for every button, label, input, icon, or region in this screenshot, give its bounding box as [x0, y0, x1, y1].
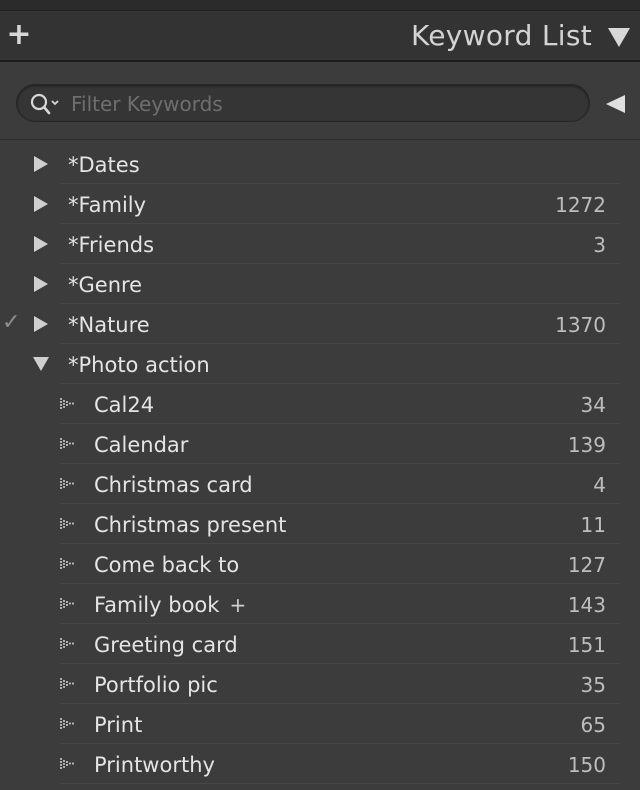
triangle-down-icon[interactable]: [606, 24, 632, 50]
keyword-count: 4: [593, 473, 606, 497]
checkmark-icon[interactable]: ✓: [2, 312, 24, 334]
keyword-child-row[interactable]: Calendar 139: [0, 424, 640, 464]
keyword-label: *Genre: [68, 273, 143, 297]
keyword-label: *Dates: [68, 153, 140, 177]
keyword-label: Cal24: [94, 393, 155, 417]
keyword-count: 139: [567, 433, 606, 457]
keyword-child-row[interactable]: Come back to 127: [0, 544, 640, 584]
keyword-tag-icon: [60, 518, 74, 529]
keyword-child-row[interactable]: Print 65: [0, 704, 640, 744]
keyword-tag-icon: [60, 438, 74, 449]
keyword-child-row[interactable]: Cal24 34: [0, 384, 640, 424]
keyword-label: Come back to: [94, 553, 240, 577]
panel-title[interactable]: Keyword List: [411, 19, 592, 53]
keyword-count: 1370: [555, 313, 606, 337]
keyword-label: Family book +: [94, 593, 247, 617]
disclosure-triangle-right-icon[interactable]: [32, 155, 50, 173]
keyword-label: *Family: [68, 193, 147, 217]
keyword-label: Printworthy: [94, 753, 215, 777]
keyword-count: 151: [567, 633, 606, 657]
keyword-label: Christmas present: [94, 513, 287, 537]
keyword-label: *Photo action: [68, 353, 210, 377]
keyword-count: 3: [593, 233, 606, 257]
keyword-count: 150: [567, 753, 606, 777]
keyword-row[interactable]: *Friends 3: [0, 224, 640, 264]
keyword-label: Calendar: [94, 433, 189, 457]
disclosure-triangle-right-icon[interactable]: [32, 315, 50, 333]
keyword-tag-icon: [60, 478, 74, 489]
keyword-row[interactable]: *Photo action: [0, 344, 640, 384]
keyword-count: 34: [580, 393, 606, 417]
keyword-tag-icon: [60, 558, 74, 569]
keyword-label: Christmas card: [94, 473, 253, 497]
keyword-tag-icon: [60, 598, 74, 609]
keyword-label: *Friends: [68, 233, 155, 257]
keyword-child-row[interactable]: Family book + 143: [0, 584, 640, 624]
keyword-label: Greeting card: [94, 633, 238, 657]
disclosure-triangle-right-icon[interactable]: [32, 195, 50, 213]
keyword-label: Print: [94, 713, 143, 737]
keyword-label: *Nature: [68, 313, 150, 337]
keyword-count: 127: [567, 553, 606, 577]
keyword-count: 35: [580, 673, 606, 697]
keyword-count: 11: [580, 513, 606, 537]
keyword-tag-icon: [60, 758, 74, 769]
keyword-row[interactable]: *Family 1272: [0, 184, 640, 224]
keyword-child-row[interactable]: Printworthy 150: [0, 744, 640, 784]
filter-keywords-input[interactable]: [69, 89, 573, 119]
keyword-list: *Dates *Family 1272 *Friends 3 *Genre ✓ *Nature…: [0, 142, 640, 790]
keyword-row[interactable]: ✓ *Nature 1370: [0, 304, 640, 344]
keyword-row[interactable]: *Dates: [0, 144, 640, 184]
keyword-child-row[interactable]: Christmas card 4: [0, 464, 640, 504]
filter-bar: [0, 62, 640, 140]
keyword-label: Portfolio pic: [94, 673, 218, 697]
keyword-child-row[interactable]: Greeting card 151: [0, 624, 640, 664]
disclosure-triangle-right-icon[interactable]: [32, 235, 50, 253]
keyword-tag-icon: [60, 678, 74, 689]
keyword-list-panel: + Keyword List *Dates *Family 1272 *Friends…: [0, 0, 640, 790]
panel-header[interactable]: + Keyword List: [0, 10, 640, 62]
search-icon[interactable]: [29, 92, 63, 116]
top-strip: [0, 0, 640, 10]
keyword-tag-icon: [60, 638, 74, 649]
keyword-tag-icon: [60, 718, 74, 729]
disclosure-triangle-right-icon[interactable]: [32, 275, 50, 293]
keyword-count: 65: [580, 713, 606, 737]
add-keyword-button[interactable]: +: [6, 20, 32, 50]
keyword-count: 143: [567, 593, 606, 617]
keyword-row[interactable]: *Genre: [0, 264, 640, 304]
disclosure-triangle-down-icon[interactable]: [32, 355, 50, 373]
keyword-child-row[interactable]: Portfolio pic 35: [0, 664, 640, 704]
triangle-left-icon[interactable]: [603, 92, 627, 116]
filter-keywords-box[interactable]: [16, 84, 590, 122]
keyword-count: 1272: [555, 193, 606, 217]
add-to-keyword-icon[interactable]: +: [229, 593, 246, 617]
row-divider: [60, 783, 620, 784]
keyword-child-row[interactable]: Christmas present 11: [0, 504, 640, 544]
keyword-tag-icon: [60, 398, 74, 409]
